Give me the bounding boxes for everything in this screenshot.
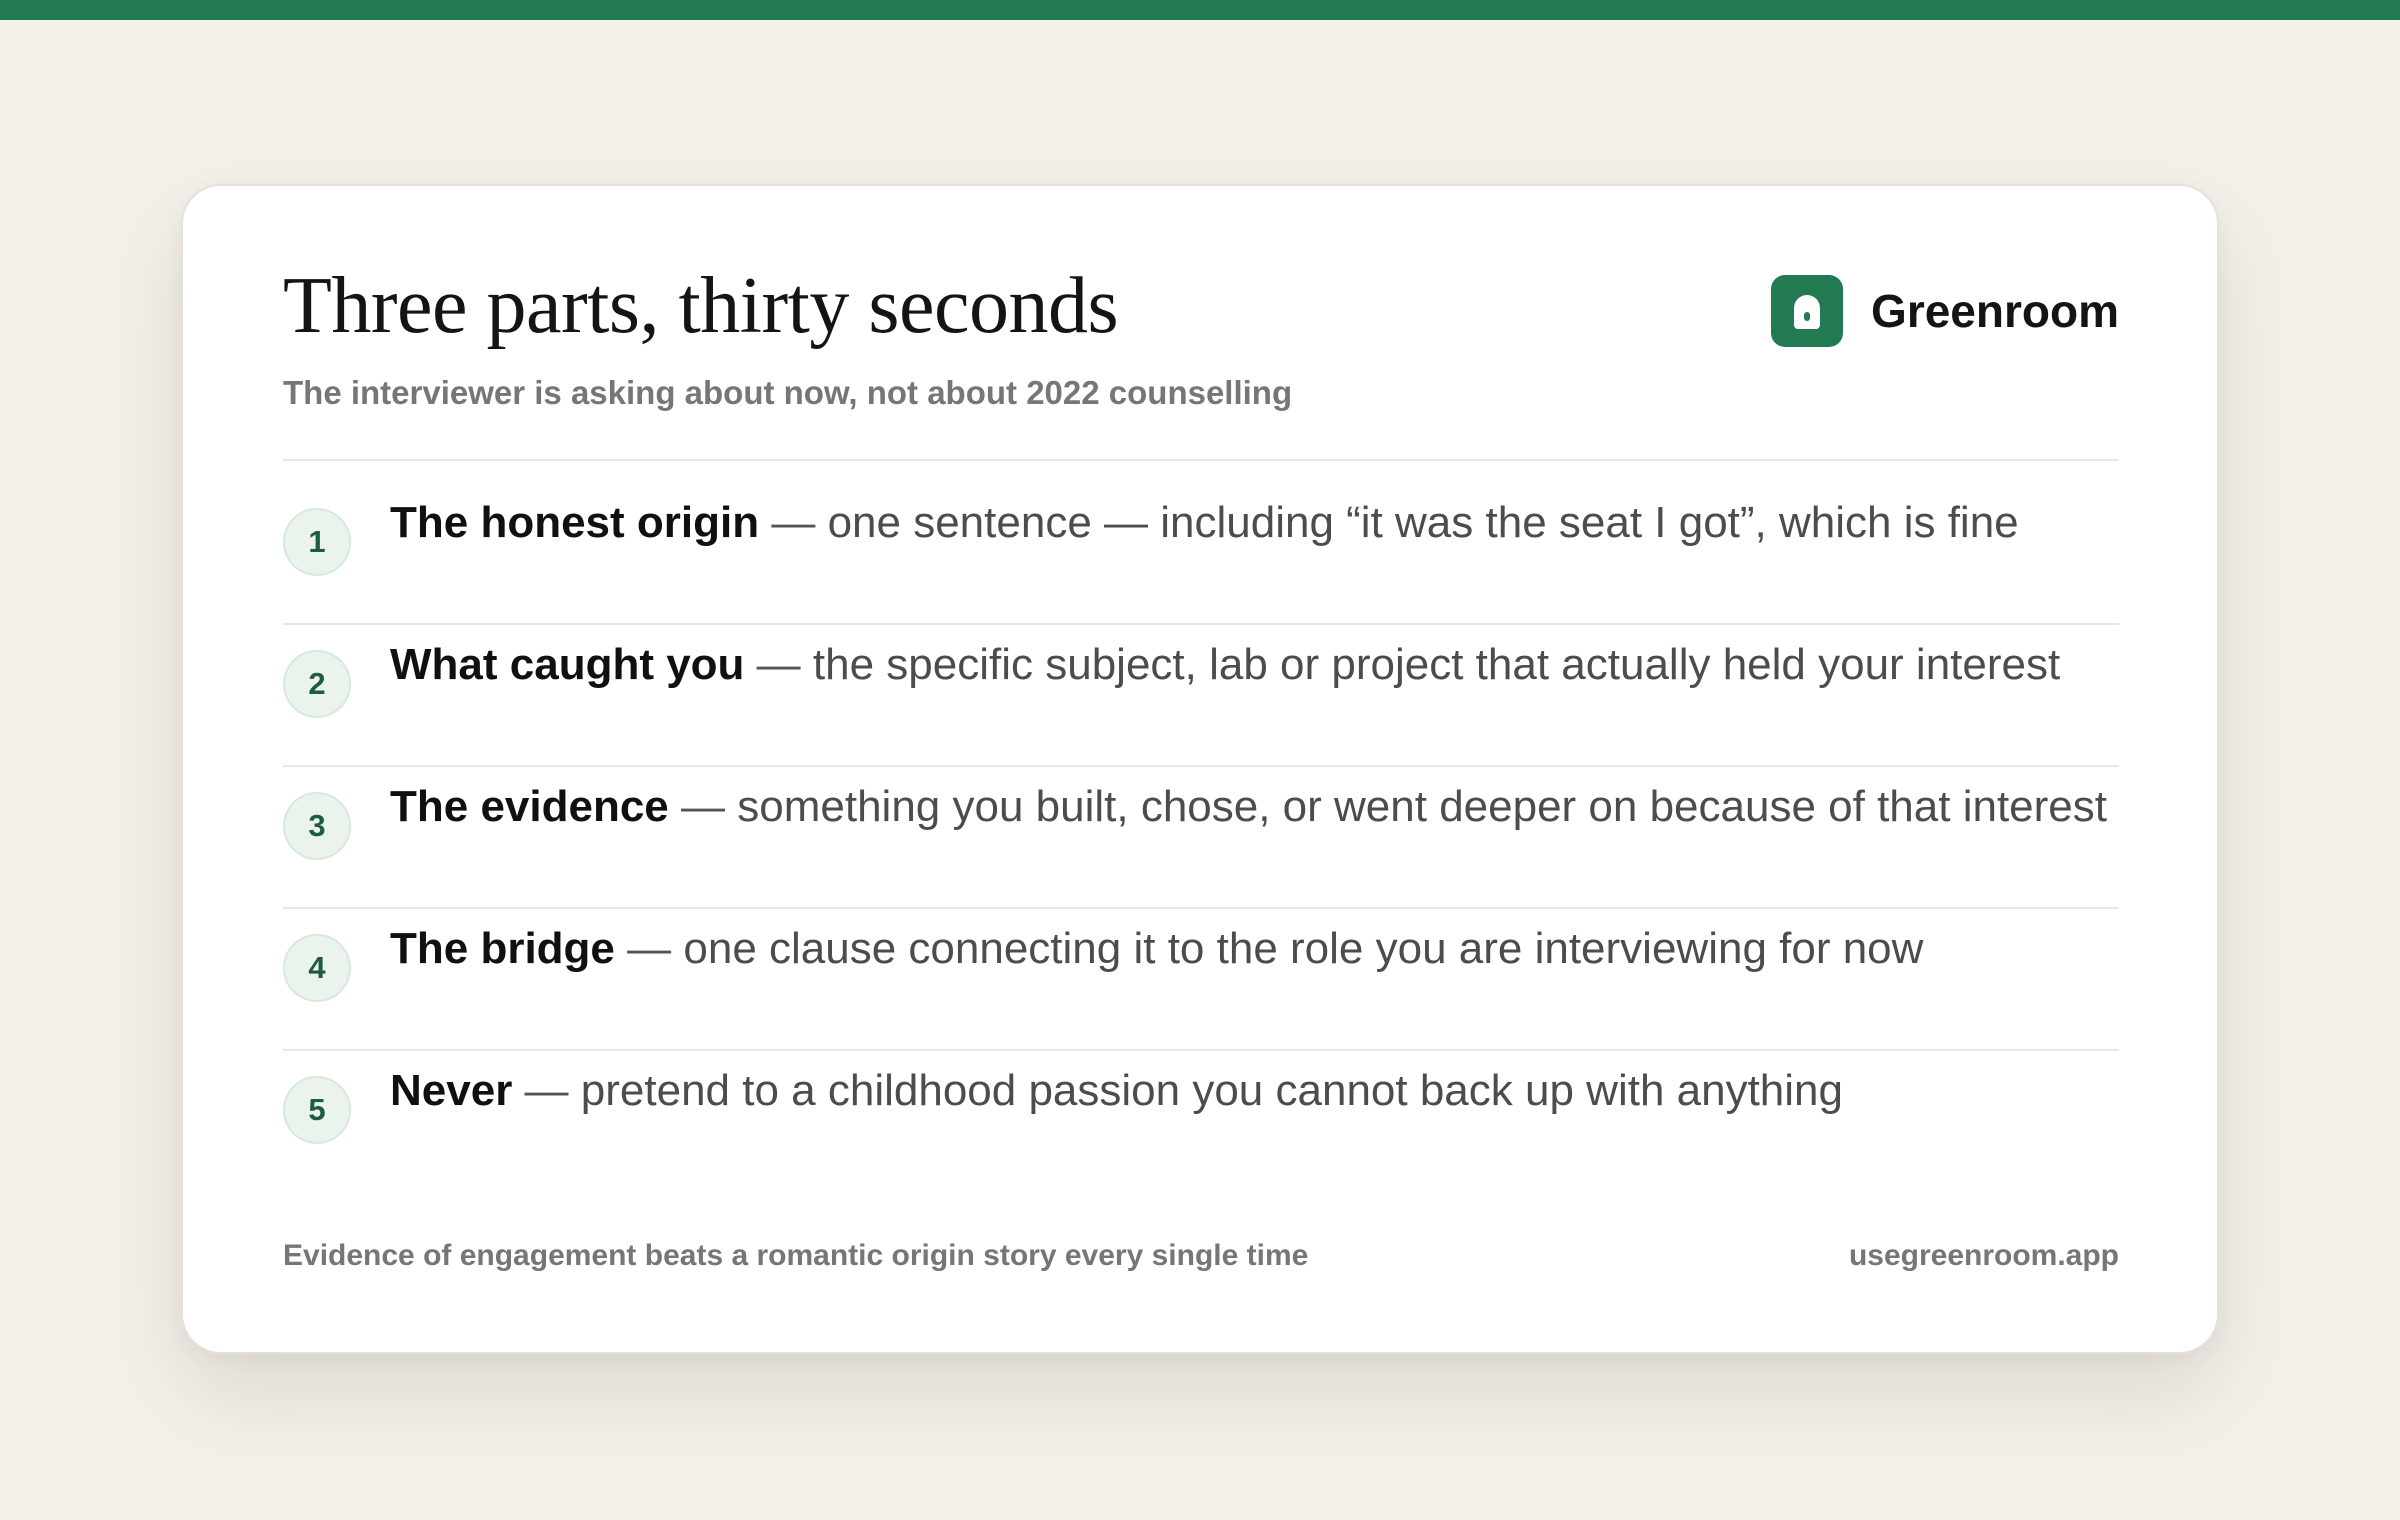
card-title: Three parts, thirty seconds <box>283 262 1119 350</box>
step-row: 3 The evidence — something you built, ch… <box>283 745 2119 887</box>
step-number-badge: 3 <box>283 792 351 860</box>
step-body: something you built, chose, or went deep… <box>737 782 2107 831</box>
step-dash: — <box>756 640 801 689</box>
step-lead: What caught you <box>390 640 745 689</box>
step-text: What caught you — the specific subject, … <box>390 639 2060 692</box>
step-text: The honest origin — one sentence — inclu… <box>390 497 2019 550</box>
top-accent-bar <box>0 0 2400 20</box>
card-subtitle: The interviewer is asking about now, not… <box>283 374 1293 411</box>
brand-logo: Greenroom <box>1771 275 2119 347</box>
step-body: one sentence — including “it was the sea… <box>827 498 2019 547</box>
brand-name: Greenroom <box>1871 285 2119 337</box>
step-dash: — <box>524 1066 569 1115</box>
step-row: 2 What caught you — the specific subject… <box>283 603 2119 745</box>
tip-card: Three parts, thirty seconds The intervie… <box>181 184 2219 1354</box>
step-lead: The evidence <box>390 782 669 831</box>
step-row: 1 The honest origin — one sentence — inc… <box>283 461 2119 603</box>
step-number-badge: 1 <box>283 508 351 576</box>
step-row: 4 The bridge — one clause connecting it … <box>283 887 2119 1029</box>
step-dash: — <box>681 782 726 831</box>
step-number-badge: 5 <box>283 1076 351 1144</box>
footer-url: usegreenroom.app <box>1848 1239 2119 1272</box>
step-dash: — <box>627 924 672 973</box>
step-lead: Never <box>390 1066 513 1115</box>
step-lead: The bridge <box>390 924 615 973</box>
footer-tagline: Evidence of engagement beats a romantic … <box>283 1239 1309 1272</box>
step-text: The evidence — something you built, chos… <box>390 781 2107 834</box>
step-text: The bridge — one clause connecting it to… <box>390 923 1923 976</box>
step-number-badge: 2 <box>283 650 351 718</box>
step-body: pretend to a childhood passion you canno… <box>580 1066 1843 1115</box>
step-row: 5 Never — pretend to a childhood passion… <box>283 1029 2119 1171</box>
lock-icon <box>1771 275 1844 347</box>
step-body: one clause connecting it to the role you… <box>683 924 1924 973</box>
card-content: Three parts, thirty seconds The intervie… <box>283 186 2119 1352</box>
step-text: Never — pretend to a childhood passion y… <box>390 1065 1843 1118</box>
step-body: the specific subject, lab or project tha… <box>812 640 2061 689</box>
step-lead: The honest origin <box>390 498 760 547</box>
step-number-badge: 4 <box>283 934 351 1002</box>
step-dash: — <box>771 498 816 547</box>
